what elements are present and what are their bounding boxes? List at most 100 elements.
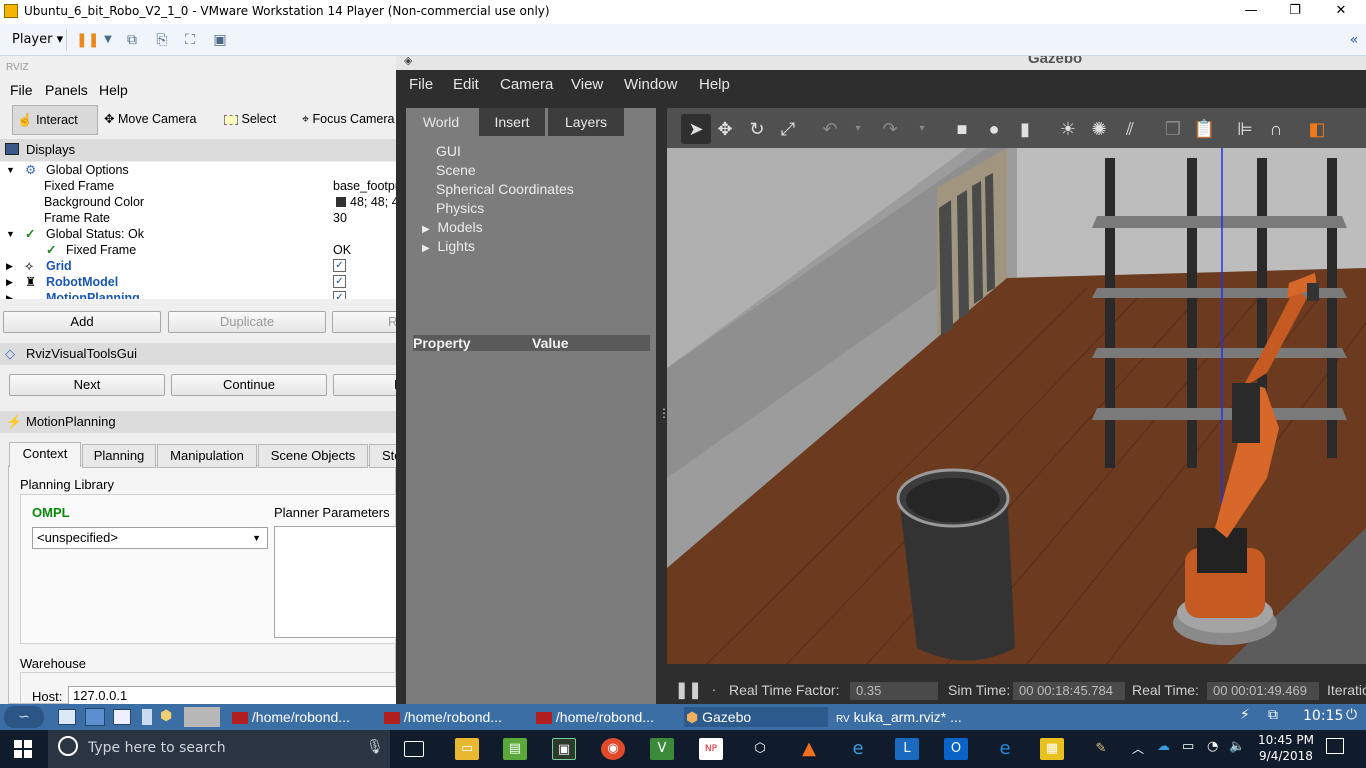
tool-move-camera[interactable]: ✥ Move Camera: [104, 105, 196, 135]
tree-row-frame-rate[interactable]: Frame Rate 30: [0, 210, 396, 226]
motionplanning-checkbox[interactable]: ✓: [333, 291, 346, 299]
world-item-physics[interactable]: Physics: [436, 200, 484, 216]
tab-world[interactable]: World: [406, 108, 476, 136]
outlook-icon[interactable]: O: [944, 738, 968, 760]
remove-button[interactable]: Remove: [332, 311, 396, 333]
world-item-scene[interactable]: Scene: [436, 162, 476, 178]
tree-row-motionplanning[interactable]: ▶ MotionPlanning ✓: [0, 290, 396, 299]
task-terminal-3[interactable]: /home/robond...: [536, 707, 654, 727]
volume-icon[interactable]: 🔈: [1229, 739, 1245, 754]
pause-icon[interactable]: ❚❚: [675, 680, 702, 700]
tab-scene-objects[interactable]: Scene Objects: [258, 444, 368, 468]
tree-row-background-color[interactable]: Background Color 48; 48; 48: [0, 194, 396, 210]
host-input[interactable]: 127.0.0.1: [68, 686, 396, 704]
chevron-up-icon[interactable]: ︿: [1132, 740, 1144, 757]
close-button[interactable]: ✕: [1318, 0, 1364, 24]
file-explorer-icon[interactable]: ▭: [455, 738, 479, 760]
wifi-icon[interactable]: ◔: [1207, 739, 1218, 754]
chrome-icon[interactable]: ◉: [601, 738, 625, 760]
rviz-menu-file[interactable]: File: [10, 82, 33, 98]
package-icon[interactable]: ⬢: [160, 708, 176, 726]
continue-button[interactable]: Continue: [171, 374, 327, 396]
next-button[interactable]: Next: [9, 374, 165, 396]
undo-icon[interactable]: ↶: [819, 118, 841, 140]
world-item-lights[interactable]: ▶ Lights: [422, 238, 475, 254]
row-value[interactable]: 48; 48; 48: [350, 194, 396, 210]
duplicate-button[interactable]: Duplicate: [168, 311, 326, 333]
rviz-menu-help[interactable]: Help: [99, 82, 128, 98]
break-button[interactable]: Break: [333, 374, 396, 396]
lync-icon[interactable]: L: [895, 738, 919, 760]
tab-planning[interactable]: Planning: [82, 444, 156, 468]
paint-icon[interactable]: ✎: [1089, 738, 1113, 760]
pause-icon[interactable]: ❚❚: [76, 31, 99, 49]
translate-icon[interactable]: ✥: [714, 118, 736, 140]
gz-menu-window[interactable]: Window: [624, 76, 677, 93]
chevron-down-icon[interactable]: ▼: [98, 31, 118, 49]
gz-menu-help[interactable]: Help: [699, 76, 730, 93]
align-icon[interactable]: ⊫: [1234, 118, 1256, 140]
gazebo-3d-viewport[interactable]: [667, 148, 1366, 664]
tab-layers[interactable]: Layers: [548, 108, 624, 136]
add-button[interactable]: Add: [3, 311, 161, 333]
tool-focus-camera[interactable]: ⌖ Focus Camera: [302, 105, 395, 135]
tree-row-fixed-frame[interactable]: Fixed Frame base_footprint: [0, 178, 396, 194]
spot-light-icon[interactable]: ✺: [1088, 118, 1110, 140]
internet-explorer-icon[interactable]: e: [846, 738, 870, 760]
gz-menu-camera[interactable]: Camera: [500, 76, 553, 93]
task-rviz[interactable]: RV kuka_arm.rviz* ...: [836, 707, 962, 727]
tool-interact[interactable]: ☝ Interact: [12, 105, 98, 135]
chevron-down-icon[interactable]: ▾: [847, 118, 869, 140]
tab-context[interactable]: Context: [9, 442, 81, 467]
player-menu[interactable]: Player ▾: [12, 32, 63, 47]
minimize-button[interactable]: —: [1228, 0, 1274, 24]
directional-light-icon[interactable]: ⫽: [1119, 118, 1141, 140]
launcher-icon[interactable]: [142, 709, 152, 725]
removable-devices-icon[interactable]: ⎘: [152, 31, 172, 49]
tree-row-global-status[interactable]: ▼ ✓ Global Status: Ok: [0, 226, 396, 242]
tab-manipulation[interactable]: Manipulation: [157, 444, 257, 468]
onedrive-icon[interactable]: ☁: [1157, 739, 1170, 754]
notifications-icon[interactable]: [1326, 738, 1344, 754]
row-value[interactable]: base_footprint: [333, 178, 396, 194]
tool-select[interactable]: Select: [224, 105, 276, 135]
shutdown-icon[interactable]: ⏻: [1346, 707, 1357, 723]
network-icon[interactable]: ⧉: [1268, 707, 1278, 723]
tree-row-global-options[interactable]: ▼ ⚙ Global Options: [0, 162, 396, 178]
rviz-menu-panels[interactable]: Panels: [45, 82, 88, 98]
chevron-down-icon[interactable]: ▾: [911, 118, 933, 140]
box-shape-icon[interactable]: ■: [951, 118, 973, 140]
tree-row-grid[interactable]: ▶ ⟡ Grid ✓: [0, 258, 396, 274]
battery-icon[interactable]: ▭: [1182, 739, 1194, 754]
task-terminal-1[interactable]: /home/robond...: [232, 707, 350, 727]
system-time[interactable]: 10:45 PM: [1256, 733, 1316, 747]
send-keys-icon[interactable]: ⧉: [122, 31, 142, 49]
desktop-icon[interactable]: [58, 709, 76, 725]
paste-icon[interactable]: 📋: [1193, 118, 1215, 140]
gz-menu-file[interactable]: File: [409, 76, 433, 93]
workspace-switcher[interactable]: [184, 707, 220, 727]
terminal-app-icon[interactable]: ▣: [552, 738, 576, 760]
collapse-library-icon[interactable]: «: [1344, 31, 1364, 49]
search-box[interactable]: Type here to search 🎙: [48, 730, 390, 768]
vmware-player-icon[interactable]: ▦: [1040, 738, 1064, 760]
planner-select[interactable]: <unspecified> ▼: [32, 527, 268, 549]
tree-row-fixed-frame-status[interactable]: ✓ Fixed Frame OK: [0, 242, 396, 258]
terminal-launcher-icon[interactable]: [113, 709, 131, 725]
windows-start-icon[interactable]: [14, 740, 32, 758]
tab-insert[interactable]: Insert: [479, 108, 545, 136]
row-value[interactable]: 30: [333, 210, 347, 226]
select-mode-icon[interactable]: ➤: [681, 114, 711, 144]
fullscreen-icon[interactable]: ⛶: [180, 31, 200, 49]
edge-icon[interactable]: e: [993, 738, 1017, 760]
world-item-spherical-coordinates[interactable]: Spherical Coordinates: [436, 181, 574, 197]
app-icon-green[interactable]: ▤: [503, 738, 527, 760]
restore-button[interactable]: ❐: [1272, 0, 1318, 24]
vmware-cube-icon[interactable]: ⬡: [748, 738, 772, 760]
task-terminal-2[interactable]: /home/robond...: [384, 707, 502, 727]
world-item-gui[interactable]: GUI: [436, 143, 461, 159]
app-icon-nxp[interactable]: NP: [699, 738, 723, 760]
task-view-icon[interactable]: [404, 741, 424, 757]
unity-icon[interactable]: ▣: [210, 31, 230, 49]
app-icon-v[interactable]: V: [650, 738, 674, 760]
